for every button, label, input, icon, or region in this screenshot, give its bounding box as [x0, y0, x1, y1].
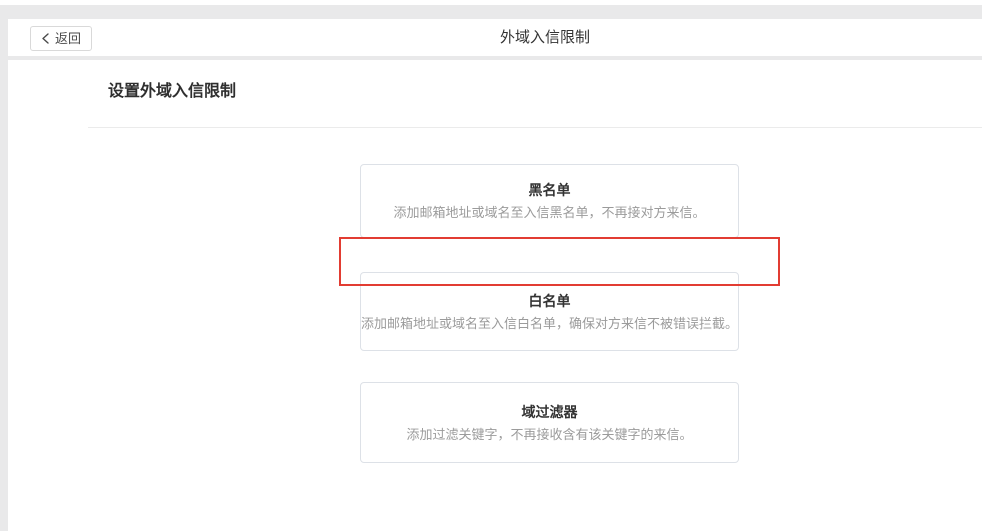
card-whitelist[interactable]: 白名单 添加邮箱地址或域名至入信白名单，确保对方来信不被错误拦截。 [360, 272, 739, 351]
card-domain-filter[interactable]: 域过滤器 添加过滤关键字，不再接收含有该关键字的来信。 [360, 382, 739, 463]
card-whitelist-title: 白名单 [529, 293, 571, 309]
page-top-strip [0, 0, 982, 5]
card-domain-filter-title: 域过滤器 [522, 404, 578, 420]
back-button-label: 返回 [55, 32, 81, 45]
card-domain-filter-description: 添加过滤关键字，不再接收含有该关键字的来信。 [406, 427, 692, 442]
back-button[interactable]: 返回 [30, 26, 92, 51]
page-title: 外域入信限制 [108, 19, 982, 56]
chevron-left-icon [41, 33, 50, 44]
card-blacklist-description: 添加邮箱地址或域名至入信黑名单，不再接对方来信。 [393, 205, 705, 220]
content-panel: 设置外域入信限制 黑名单 添加邮箱地址或域名至入信黑名单，不再接对方来信。 白名… [8, 60, 982, 531]
card-blacklist-title: 黑名单 [529, 182, 571, 198]
section-title: 设置外域入信限制 [108, 82, 236, 102]
card-blacklist[interactable]: 黑名单 添加邮箱地址或域名至入信黑名单，不再接对方来信。 [360, 164, 739, 238]
section-divider [88, 127, 982, 128]
card-whitelist-description: 添加邮箱地址或域名至入信白名单，确保对方来信不被错误拦截。 [361, 316, 738, 331]
header-bar: 返回 外域入信限制 [8, 19, 982, 56]
